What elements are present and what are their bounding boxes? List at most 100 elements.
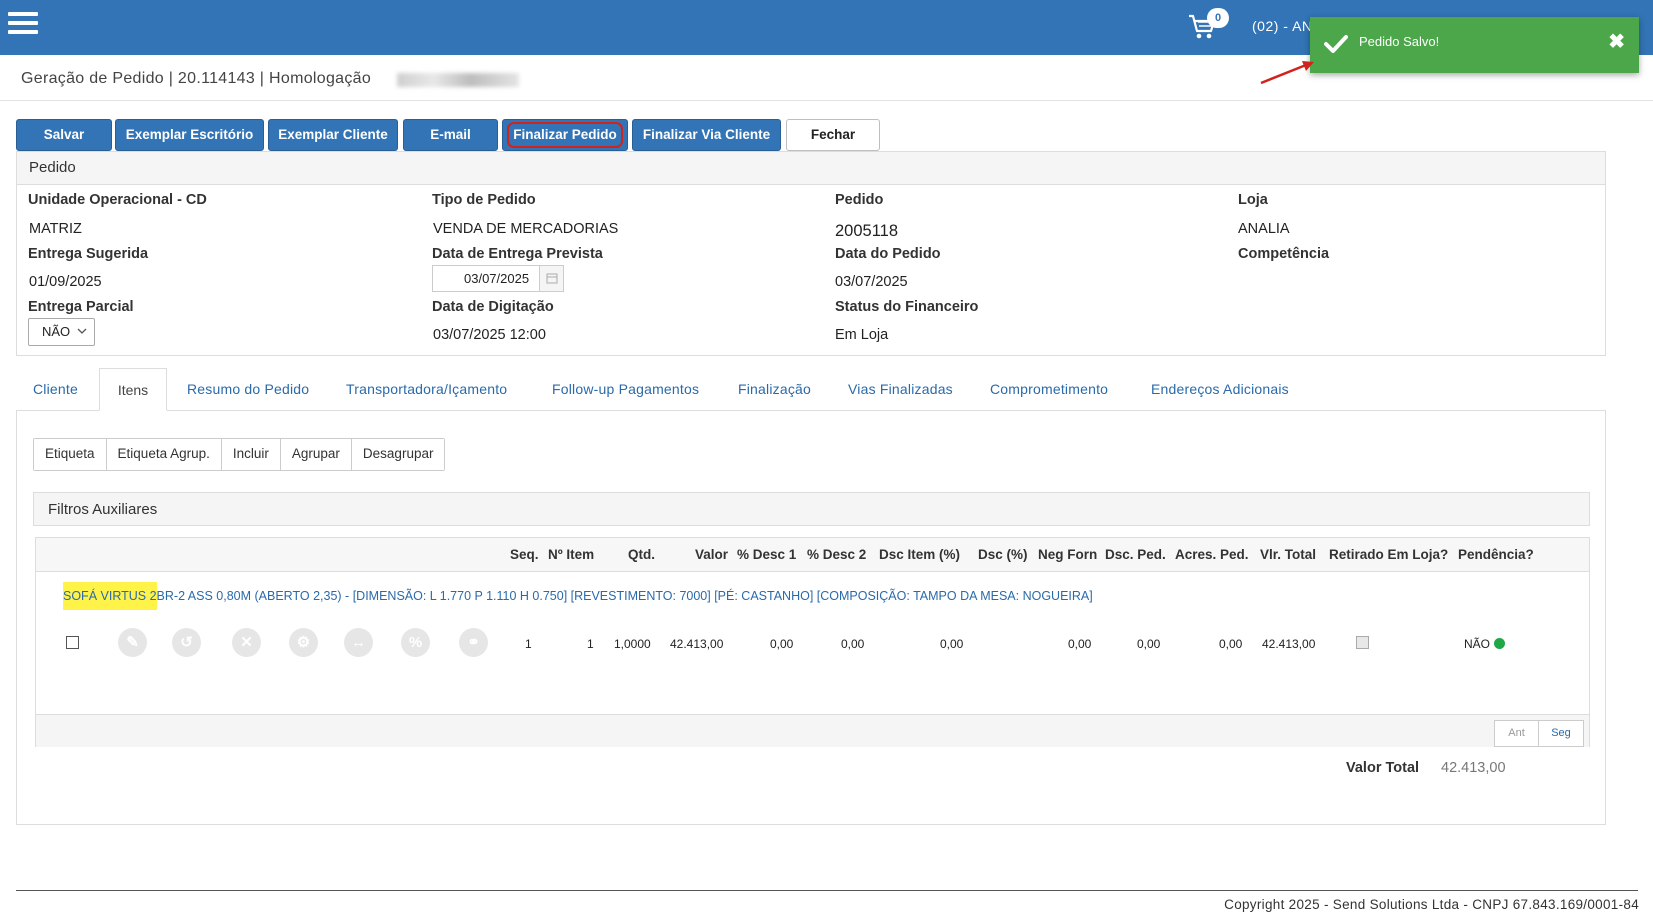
gear-icon[interactable]: ⚙ <box>289 628 318 657</box>
col-n-item[interactable]: Nº Item <box>548 547 594 562</box>
col-pendencia[interactable]: Pendência? <box>1458 547 1534 562</box>
tab-followup-pagamentos[interactable]: Follow-up Pagamentos <box>552 381 699 397</box>
entrega-parcial-label: Entrega Parcial <box>28 299 134 315</box>
loja-value: ANALIA <box>1238 221 1290 237</box>
exemplar-cliente-button[interactable]: Exemplar Cliente <box>268 119 398 151</box>
data-pedido-label: Data do Pedido <box>835 246 941 262</box>
tab-resumo-pedido[interactable]: Resumo do Pedido <box>187 381 309 397</box>
items-grid: Seq. Nº Item Qtd. Valor % Desc 1 % Desc … <box>35 537 1590 747</box>
pedido-label: Pedido <box>835 192 884 208</box>
resize-icon[interactable]: ↔ <box>344 628 373 657</box>
tab-enderecos-adicionais[interactable]: Endereços Adicionais <box>1151 381 1289 397</box>
tipo-pedido-value: VENDA DE MERCADORIAS <box>433 221 619 237</box>
remove-icon[interactable]: ✕ <box>232 628 261 657</box>
tab-cliente[interactable]: Cliente <box>33 381 78 397</box>
cell-dsc-ped: 0,00 <box>1137 637 1161 651</box>
footer-copyright: Copyright 2025 - Send Solutions Ltda - C… <box>1224 897 1639 912</box>
divider <box>0 100 1653 101</box>
entrega-parcial-value: NÃO <box>42 324 71 339</box>
pager-ant-button[interactable]: Ant <box>1495 721 1539 746</box>
incluir-button[interactable]: Incluir <box>221 439 281 470</box>
col-desc2[interactable]: % Desc 2 <box>807 547 866 562</box>
entrega-parcial-select[interactable]: NÃO <box>28 318 95 346</box>
col-retirado[interactable]: Retirado Em Loja? <box>1329 547 1448 562</box>
etiqueta-agrup-button[interactable]: Etiqueta Agrup. <box>106 439 222 470</box>
toast-message: Pedido Salvo! <box>1359 34 1440 49</box>
row-checkbox[interactable] <box>66 636 79 649</box>
unidade-value: MATRIZ <box>29 221 82 237</box>
retirado-checkbox <box>1356 636 1369 649</box>
success-toast: Pedido Salvo! ✖ <box>1310 17 1639 73</box>
annotation-arrow-icon <box>1260 61 1314 85</box>
valor-total-label: Valor Total <box>1346 760 1420 776</box>
data-digitacao-value: 03/07/2025 12:00 <box>433 327 546 343</box>
cell-seq: 1 <box>525 637 532 651</box>
data-pedido-value: 03/07/2025 <box>835 274 908 290</box>
fechar-button[interactable]: Fechar <box>786 119 880 151</box>
col-acres-ped[interactable]: Acres. Ped. <box>1175 547 1249 562</box>
grid-header: Seq. Nº Item Qtd. Valor % Desc 1 % Desc … <box>36 538 1589 572</box>
footer-divider <box>16 890 1638 891</box>
cell-desc2: 0,00 <box>841 637 865 651</box>
redacted-area <box>397 73 519 87</box>
tab-comprometimento[interactable]: Comprometimento <box>990 381 1108 397</box>
col-valor[interactable]: Valor <box>695 547 728 562</box>
pendencia-status-dot <box>1494 638 1505 649</box>
pedido-panel: Pedido Unidade Operacional - CD MATRIZ T… <box>16 151 1606 356</box>
cell-qtd: 1,0000 <box>614 637 651 651</box>
edit-icon[interactable]: ✎ <box>118 628 147 657</box>
data-entrega-prevista-label: Data de Entrega Prevista <box>432 246 603 262</box>
filtros-auxiliares-panel[interactable]: Filtros Auxiliares <box>33 492 1590 526</box>
etiqueta-button[interactable]: Etiqueta <box>34 439 107 470</box>
agrupar-button[interactable]: Agrupar <box>280 439 352 470</box>
history-icon[interactable]: ↺ <box>172 628 201 657</box>
close-icon[interactable]: ✖ <box>1608 32 1625 52</box>
desagrupar-button[interactable]: Desagrupar <box>351 439 445 470</box>
tab-itens[interactable]: Itens <box>99 368 167 411</box>
unidade-label: Unidade Operacional - CD <box>28 192 207 208</box>
finalizar-via-cliente-button[interactable]: Finalizar Via Cliente <box>632 119 781 151</box>
cell-pendencia: NÃO <box>1464 637 1491 651</box>
menu-icon[interactable] <box>8 12 38 36</box>
cell-desc1: 0,00 <box>770 637 794 651</box>
page-title: Geração de Pedido | 20.114143 | Homologa… <box>21 70 372 87</box>
calendar-icon[interactable] <box>539 266 563 291</box>
exemplar-escritorio-button[interactable]: Exemplar Escritório <box>115 119 264 151</box>
col-desc1[interactable]: % Desc 1 <box>737 547 796 562</box>
col-seq[interactable]: Seq. <box>510 547 539 562</box>
col-neg-forn[interactable]: Neg Forn <box>1038 547 1097 562</box>
tab-vias-finalizadas[interactable]: Vias Finalizadas <box>848 381 953 397</box>
chevron-down-icon <box>77 328 87 334</box>
finalizar-pedido-button[interactable]: Finalizar Pedido <box>502 119 628 151</box>
salvar-button[interactable]: Salvar <box>16 119 112 151</box>
competencia-label: Competência <box>1238 246 1330 262</box>
check-icon <box>1324 35 1348 53</box>
cart-count-badge: 0 <box>1207 8 1229 28</box>
col-dsc[interactable]: Dsc (%) <box>978 547 1028 562</box>
pedido-panel-title: Pedido <box>17 152 1605 185</box>
pager-seg-button[interactable]: Seg <box>1539 721 1583 746</box>
tipo-pedido-label: Tipo de Pedido <box>432 192 536 208</box>
loja-label: Loja <box>1238 192 1268 208</box>
col-dsc-item[interactable]: Dsc Item (%) <box>879 547 960 562</box>
itens-toolbar: Etiqueta Etiqueta Agrup. Incluir Agrupar… <box>33 438 446 471</box>
cell-acres-ped: 0,00 <box>1219 637 1243 651</box>
link-icon[interactable]: ⚭ <box>459 628 488 657</box>
product-description[interactable]: SOFÁ VIRTUS 2BR-2 ASS 0,80M (ABERTO 2,35… <box>63 582 1093 610</box>
data-entrega-prevista-input[interactable]: 03/07/2025 <box>432 265 564 292</box>
product-description-rest: BR-2 ASS 0,80M (ABERTO 2,35) - [DIMENSÃO… <box>156 589 1093 603</box>
user-label[interactable]: (02) - AN <box>1252 18 1313 34</box>
col-vlr-total[interactable]: Vlr. Total <box>1260 547 1316 562</box>
entrega-sugerida-label: Entrega Sugerida <box>28 246 149 262</box>
finalizar-pedido-label: Finalizar Pedido <box>507 122 623 148</box>
col-qtd[interactable]: Qtd. <box>628 547 655 562</box>
email-button[interactable]: E-mail <box>403 119 498 151</box>
grid-footer: Ant Seg <box>36 714 1589 747</box>
col-dsc-ped[interactable]: Dsc. Ped. <box>1105 547 1166 562</box>
cell-neg-forn: 0,00 <box>1068 637 1092 651</box>
tab-transportadora[interactable]: Transportadora/Içamento <box>346 381 507 397</box>
cell-dsc-item: 0,00 <box>940 637 964 651</box>
tab-finalizacao[interactable]: Finalização <box>738 381 811 397</box>
percent-icon[interactable]: % <box>401 628 430 657</box>
cell-n-item: 1 <box>587 637 594 651</box>
